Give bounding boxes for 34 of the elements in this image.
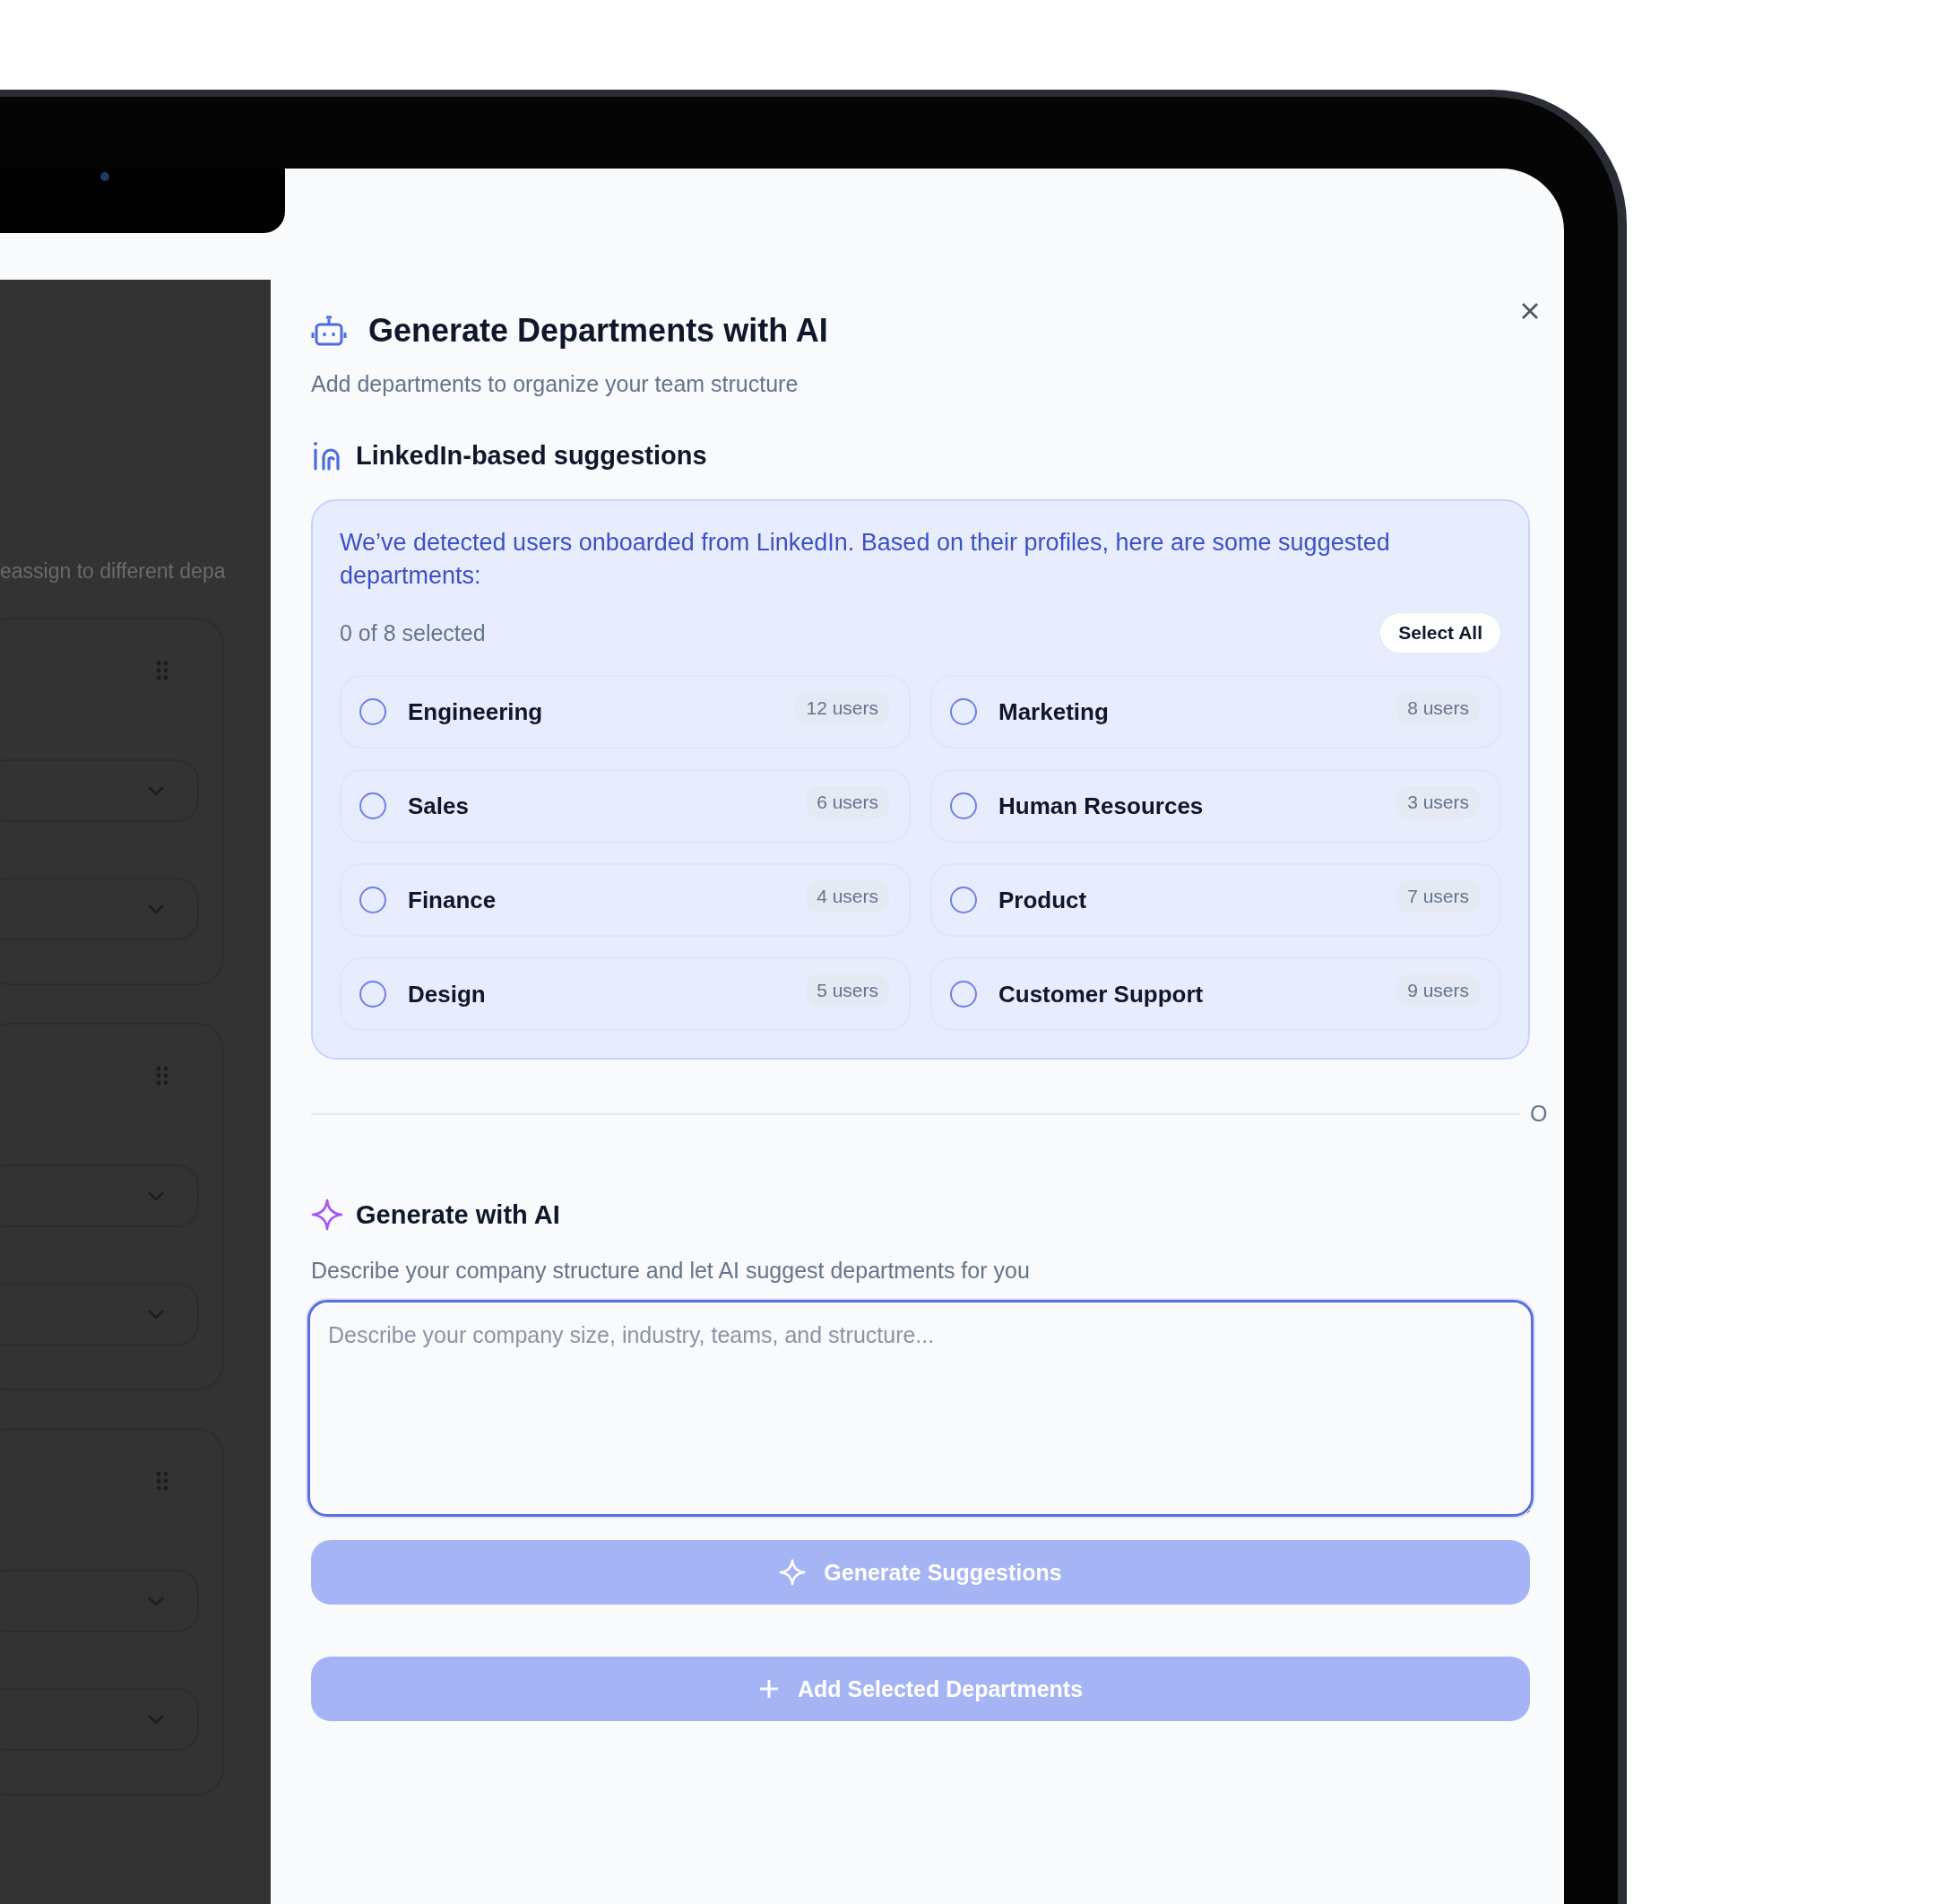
department-name: Marketing (998, 697, 1110, 726)
user-count: 4 users (806, 880, 889, 913)
department-option[interactable]: Sales 6 users (340, 769, 911, 843)
user-count: 7 users (1396, 880, 1480, 913)
user-count: 5 users (806, 974, 889, 1007)
department-option[interactable]: Marketing 8 users (930, 675, 1501, 749)
section-description: Describe your company structure and let AI suggest departments for you (311, 1258, 1031, 1284)
department-option[interactable]: Product 7 users (930, 863, 1501, 937)
department-name: Human Resources (998, 792, 1205, 820)
department-name: Product (998, 886, 1088, 914)
department-option[interactable]: Engineering 12 users (340, 675, 911, 749)
department-name: Finance (408, 886, 497, 914)
department-name: Sales (408, 792, 470, 820)
department-option[interactable]: Customer Support 9 users (930, 957, 1501, 1031)
user-count: 3 users (1396, 786, 1480, 818)
department-option[interactable]: Human Resources 3 users (930, 769, 1501, 843)
selection-count: 0 of 8 selected (340, 619, 486, 646)
department-name: Engineering (408, 697, 544, 726)
user-count: 9 users (1396, 974, 1480, 1007)
section-heading: LinkedIn-based suggestions (356, 440, 707, 471)
section-heading: Generate with AI (356, 1199, 560, 1230)
description-input[interactable]: Describe your company size, industry, teams, and structure... (307, 1300, 1534, 1517)
department-name: Customer Support (998, 980, 1205, 1008)
department-option[interactable]: Design 5 users (340, 957, 911, 1031)
user-count: 8 users (1396, 692, 1480, 724)
user-count: 12 users (795, 692, 889, 724)
department-option[interactable]: Finance 4 users (340, 863, 911, 937)
department-name: Design (408, 980, 487, 1008)
notice-text: We’ve detected users onboarded from LinkedIn. Based on their profiles, here are some suggested departments: (340, 528, 1391, 591)
user-count: 6 users (806, 786, 889, 818)
divider-label: O (1530, 1101, 1548, 1127)
dialog-title: Generate Departments with AI (368, 312, 828, 350)
select-all-button[interactable]: Select All (1379, 612, 1501, 653)
dialog-subtitle: Add departments to organize your team structure (311, 371, 799, 397)
